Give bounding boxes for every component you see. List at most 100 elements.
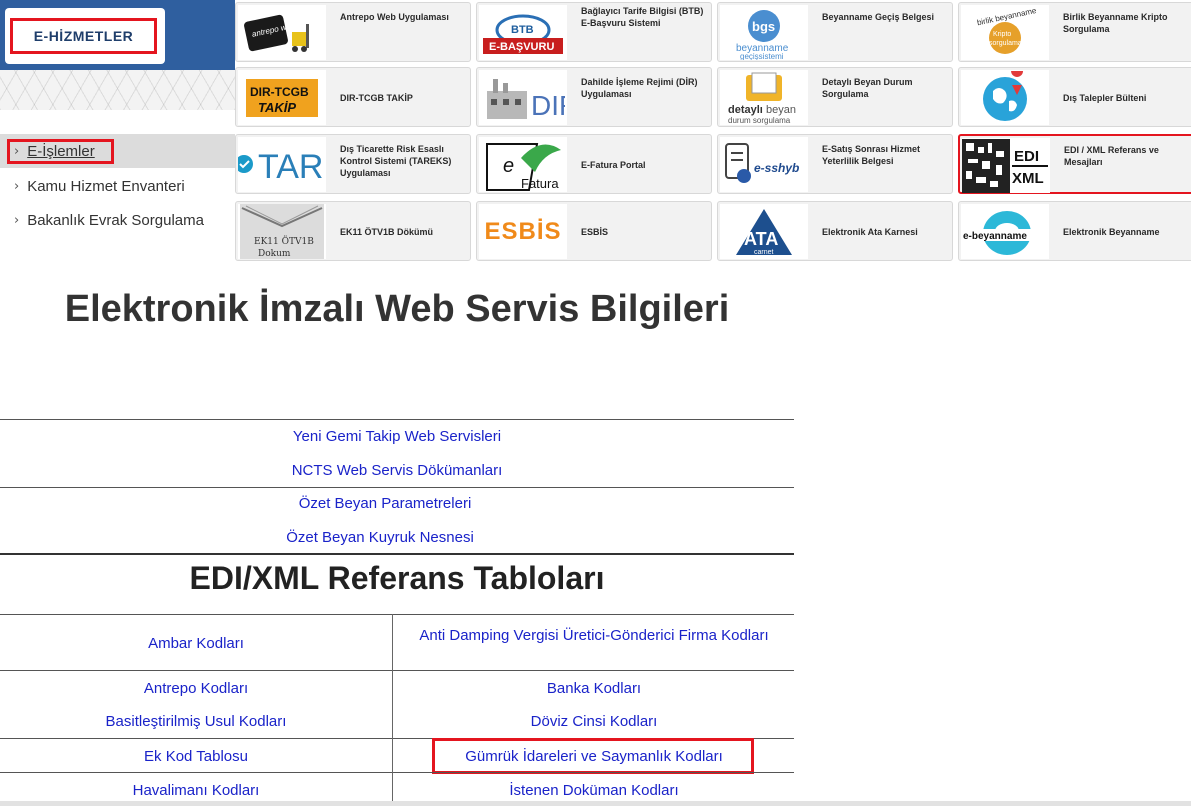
tile-e-fatura[interactable]: e Fatura E-Fatura Portal bbox=[476, 134, 712, 194]
chevron-right-icon: › bbox=[14, 178, 20, 194]
brand-box: E-HİZMETLER bbox=[5, 8, 165, 64]
chevron-right-icon: › bbox=[14, 143, 20, 159]
link-antrepo-kodlari[interactable]: Antrepo Kodları bbox=[0, 680, 392, 697]
tile-label: EK11 ÖTV1B Dökümü bbox=[340, 227, 434, 237]
highlight-box bbox=[432, 738, 754, 774]
bgs-logo-icon: bgs beyanname geçişsistemi bbox=[720, 5, 808, 60]
svg-text:durum sorgulama: durum sorgulama bbox=[728, 116, 791, 125]
tile-dir-tcgb[interactable]: DIR-TCGB TAKİP DIR-TCGB TAKİP bbox=[235, 67, 471, 127]
link-havalimani-kodlari[interactable]: Havalimanı Kodları bbox=[0, 782, 392, 799]
tile-label: E-Fatura Portal bbox=[581, 160, 646, 170]
tile-label: Elektronik Beyanname bbox=[1063, 227, 1160, 237]
link-ambar-kodlari[interactable]: Ambar Kodları bbox=[0, 635, 392, 652]
link-anti-damping[interactable]: Anti Damping Vergisi Üretici-Gönderici F… bbox=[400, 625, 788, 647]
svg-text:EK11 ÖTV1B: EK11 ÖTV1B bbox=[254, 235, 314, 247]
decorative-pattern bbox=[0, 70, 235, 110]
tile-label: EDI / XML Referans ve Mesajları bbox=[1064, 145, 1159, 167]
sidebar-menu: › E-İşlemler › Kamu Hizmet Envanteri › B… bbox=[0, 110, 235, 262]
sidebar-item-bakanlik-evrak-sorgulama[interactable]: › Bakanlık Evrak Sorgulama bbox=[0, 203, 235, 237]
link-ek-kod-tablosu[interactable]: Ek Kod Tablosu bbox=[0, 748, 392, 765]
svg-text:XML: XML bbox=[1012, 170, 1044, 187]
tile-detayli-beyan[interactable]: detaylı beyan durum sorgulama Detaylı Be… bbox=[717, 67, 953, 127]
sidebar-item-kamu-hizmet-envanteri[interactable]: › Kamu Hizmet Envanteri bbox=[0, 169, 235, 203]
table-border bbox=[0, 670, 794, 671]
table-border bbox=[0, 772, 794, 773]
svg-text:geçişsistemi: geçişsistemi bbox=[740, 52, 784, 60]
tile-tareks[interactable]: TARE Dış Ticarette Risk Esaslı Kontrol S… bbox=[235, 134, 471, 194]
dir-tcgb-logo-icon: DIR-TCGB TAKİP bbox=[238, 70, 326, 125]
tile-antrepo-web[interactable]: antrepo web Antrepo Web Uygulaması bbox=[235, 2, 471, 62]
tile-label: Birlik Beyanname Kripto Sorgulama bbox=[1063, 12, 1168, 34]
tile-label: Detaylı Beyan Durum Sorgulama bbox=[822, 77, 913, 99]
link-yeni-gemi-takip[interactable]: Yeni Gemi Takip Web Servisleri bbox=[0, 428, 794, 445]
divider bbox=[0, 419, 794, 420]
tile-label: Antrepo Web Uygulaması bbox=[340, 12, 449, 22]
tile-label: E-Satış Sonrası Hizmet Yeterlilik Belges… bbox=[822, 144, 921, 166]
dir-factory-logo-icon: DIR bbox=[479, 70, 567, 125]
left-panel: E-HİZMETLER › E-İşlemler › Kamu Hizmet E… bbox=[0, 0, 235, 262]
svg-text:bgs: bgs bbox=[752, 19, 775, 34]
tile-label: Bağlayıcı Tarife Bilgisi (BTB) E-Başvuru… bbox=[581, 6, 704, 28]
tile-dir[interactable]: DIR Dahilde İşleme Rejimi (DİR) Uygulama… bbox=[476, 67, 712, 127]
tile-ata-karnesi[interactable]: ATA carnet Elektronik Ata Karnesi bbox=[717, 201, 953, 261]
tile-esbis[interactable]: ESBİS ESBİS bbox=[476, 201, 712, 261]
divider bbox=[0, 553, 794, 555]
link-basitlestirilmis-usul[interactable]: Basitleştirilmiş Usul Kodları bbox=[0, 713, 392, 730]
tile-bgs[interactable]: bgs beyanname geçişsistemi Beyanname Geç… bbox=[717, 2, 953, 62]
tile-e-beyanname[interactable]: e-beyanname Elektronik Beyanname bbox=[958, 201, 1191, 261]
esbis-logo-icon: ESBİS bbox=[479, 204, 567, 259]
tile-edi-xml[interactable]: EDI XML EDI / XML Referans ve Mesajları bbox=[958, 134, 1191, 194]
svg-text:DIR: DIR bbox=[531, 90, 565, 121]
table-column-divider bbox=[392, 614, 393, 670]
chevron-right-icon: › bbox=[14, 212, 20, 228]
link-doviz-cinsi[interactable]: Döviz Cinsi Kodları bbox=[400, 713, 788, 730]
svg-text:e-beyanname: e-beyanname bbox=[963, 231, 1027, 242]
table-column-divider bbox=[392, 670, 393, 738]
svg-text:ATA: ATA bbox=[744, 229, 778, 249]
highlight-box: › E-İşlemler bbox=[7, 138, 114, 164]
detayli-beyan-logo-icon: detaylı beyan durum sorgulama bbox=[720, 70, 808, 125]
sidebar-item-label: E-İşlemler bbox=[27, 142, 95, 160]
tile-dis-talepler[interactable]: Dış Talepler Bülteni bbox=[958, 67, 1191, 127]
tile-birlik-beyanname[interactable]: birlik beyanname Kripto sorgulama Birlik… bbox=[958, 2, 1191, 62]
svg-text:e-sshyb: e-sshyb bbox=[754, 161, 799, 175]
sidebar-item-e-islemler[interactable]: › E-İşlemler bbox=[0, 134, 235, 168]
tile-label: DIR-TCGB TAKİP bbox=[340, 93, 413, 103]
svg-text:Fatura: Fatura bbox=[521, 176, 559, 191]
logo-text: ESBİS bbox=[484, 217, 562, 245]
edi-xml-logo-icon: EDI XML bbox=[962, 138, 1050, 193]
table-column-divider bbox=[392, 738, 393, 801]
efatura-logo-icon: e Fatura bbox=[479, 137, 567, 192]
svg-text:detaylı: detaylı bbox=[728, 104, 763, 116]
e-hizmetler-button[interactable]: E-HİZMETLER bbox=[10, 18, 157, 54]
svg-text:TARE: TARE bbox=[258, 148, 326, 186]
svg-text:beyan: beyan bbox=[766, 104, 796, 116]
antrepo-web-logo-icon: antrepo web bbox=[238, 5, 326, 60]
tile-e-sshyb[interactable]: e-sshyb E-Satış Sonrası Hizmet Yeterlili… bbox=[717, 134, 953, 194]
svg-text:EDI: EDI bbox=[1014, 148, 1039, 165]
tile-label: Dahilde İşleme Rejimi (DİR) Uygulaması bbox=[581, 77, 698, 99]
table-border bbox=[0, 614, 794, 615]
link-banka-kodlari[interactable]: Banka Kodları bbox=[400, 680, 788, 697]
link-ozet-beyan-parametreleri[interactable]: Özet Beyan Parametreleri bbox=[0, 495, 770, 512]
tile-ek11[interactable]: EK11 ÖTV1B Dokum EK11 ÖTV1B Dökümü bbox=[235, 201, 471, 261]
tile-btb[interactable]: BTB E-BAŞVURU Bağlayıcı Tarife Bilgisi (… bbox=[476, 2, 712, 62]
ata-carnet-logo-icon: ATA carnet bbox=[720, 204, 808, 259]
tile-label: ESBİS bbox=[581, 227, 609, 237]
link-istenen-dokuman[interactable]: İstenen Doküman Kodları bbox=[400, 782, 788, 799]
tile-label: Dış Talepler Bülteni bbox=[1063, 93, 1147, 103]
svg-text:TAKİP: TAKİP bbox=[258, 100, 296, 115]
link-ozet-beyan-kuyruk[interactable]: Özet Beyan Kuyruk Nesnesi bbox=[0, 529, 760, 546]
tile-label: Elektronik Ata Karnesi bbox=[822, 227, 918, 237]
svg-text:e: e bbox=[503, 155, 514, 177]
svg-text:carnet: carnet bbox=[754, 249, 774, 256]
sidebar-item-label: Kamu Hizmet Envanteri bbox=[27, 177, 185, 195]
birlik-beyanname-logo-icon: birlik beyanname Kripto sorgulama bbox=[961, 5, 1049, 60]
section-title: EDI/XML Referans Tabloları bbox=[189, 560, 605, 596]
svg-text:sorgulama: sorgulama bbox=[989, 40, 1022, 47]
horizontal-scrollbar[interactable] bbox=[0, 801, 1191, 806]
tareks-logo-icon: TARE bbox=[238, 137, 326, 192]
essyb-logo-icon: e-sshyb bbox=[720, 137, 808, 192]
page-title: Elektronik İmzalı Web Servis Bilgileri bbox=[64, 288, 730, 330]
link-ncts-web-servis[interactable]: NCTS Web Servis Dökümanları bbox=[0, 462, 794, 479]
